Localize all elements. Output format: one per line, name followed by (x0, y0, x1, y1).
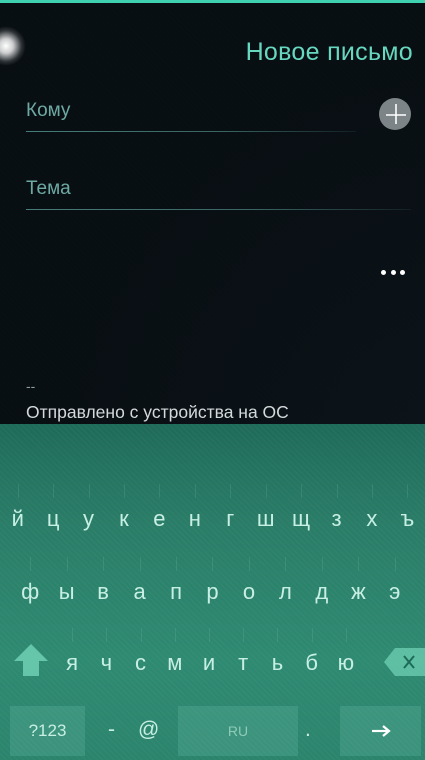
add-contact-icon (386, 104, 406, 124)
key[interactable]: о (231, 557, 267, 609)
key[interactable]: б (295, 628, 329, 680)
key[interactable]: м (158, 628, 192, 680)
subject-field-underline (26, 209, 411, 210)
key[interactable]: й (0, 484, 35, 536)
symbols-key[interactable]: ?123 (10, 706, 85, 756)
key[interactable]: р (194, 557, 230, 609)
keyboard-row-3: я ч с м и т ь б ю (0, 628, 425, 680)
key[interactable]: п (158, 557, 194, 609)
to-field[interactable]: Кому (26, 100, 70, 122)
key[interactable]: з (319, 484, 354, 536)
key[interactable]: н (177, 484, 212, 536)
keyboard-row-2: ф ы в а п р о л д ж э (0, 557, 425, 609)
key[interactable]: и (192, 628, 226, 680)
key[interactable]: у (71, 484, 106, 536)
key[interactable]: ъ (390, 484, 425, 536)
key[interactable]: с (123, 628, 157, 680)
key[interactable]: в (85, 557, 121, 609)
key[interactable]: ж (340, 557, 376, 609)
more-options-icon (381, 269, 386, 275)
backspace-key[interactable] (383, 646, 425, 678)
key[interactable]: е (142, 484, 177, 536)
key[interactable]: а (121, 557, 157, 609)
enter-key[interactable] (340, 706, 421, 756)
space-key[interactable]: RU (178, 706, 298, 756)
compose-page: Новое письмо Кому Тема -- Отправлено с у… (0, 0, 425, 430)
enter-arrow-icon (371, 725, 391, 737)
keyboard-row-1: й ц у к е н г ш щ з х ъ (0, 484, 425, 536)
key[interactable]: ц (35, 484, 70, 536)
pulley-menu-indicator (0, 26, 26, 66)
key[interactable]: г (213, 484, 248, 536)
key[interactable]: ф (12, 557, 48, 609)
virtual-keyboard: й ц у к е н г ш щ з х ъ ф ы в а п р о л … (0, 424, 425, 760)
add-contact-button[interactable] (379, 98, 411, 130)
key[interactable]: л (267, 557, 303, 609)
backspace-icon (384, 648, 425, 676)
key[interactable]: х (354, 484, 389, 536)
signature-text[interactable]: Отправлено с устройства на ОС (26, 402, 289, 423)
subject-field[interactable]: Тема (26, 178, 71, 200)
to-field-placeholder[interactable]: Кому (26, 100, 70, 122)
more-options-button[interactable] (381, 265, 405, 279)
page-title: Новое письмо (245, 38, 413, 66)
dash-key[interactable]: - (108, 718, 115, 742)
signature-separator: -- (26, 378, 36, 394)
at-key[interactable]: @ (138, 718, 159, 742)
key[interactable]: щ (283, 484, 318, 536)
key[interactable]: ь (260, 628, 294, 680)
key[interactable]: т (226, 628, 260, 680)
key[interactable]: к (106, 484, 141, 536)
key[interactable]: ш (248, 484, 283, 536)
subject-field-placeholder[interactable]: Тема (26, 178, 71, 200)
key[interactable]: д (304, 557, 340, 609)
key[interactable]: ю (329, 628, 363, 680)
to-field-underline (26, 131, 356, 132)
top-accent-bar (0, 0, 425, 3)
key[interactable]: э (377, 557, 413, 609)
keyboard-function-row: ?123 - @ RU . (0, 706, 425, 756)
key[interactable]: я (55, 628, 89, 680)
period-key[interactable]: . (305, 718, 311, 742)
key[interactable]: ы (48, 557, 84, 609)
key[interactable]: ч (89, 628, 123, 680)
